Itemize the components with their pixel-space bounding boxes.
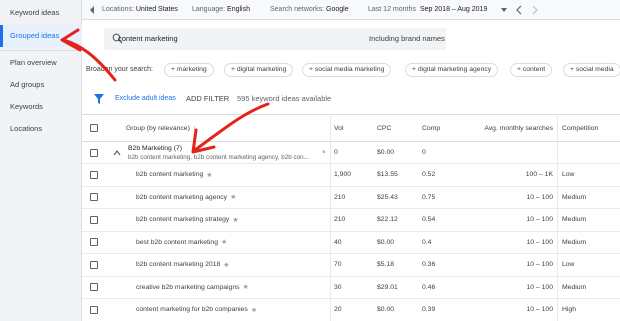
annotation-arrowhead-sidebar — [60, 28, 82, 52]
annotation-overlay — [60, 28, 270, 154]
annotation-arrow-group — [193, 102, 270, 152]
